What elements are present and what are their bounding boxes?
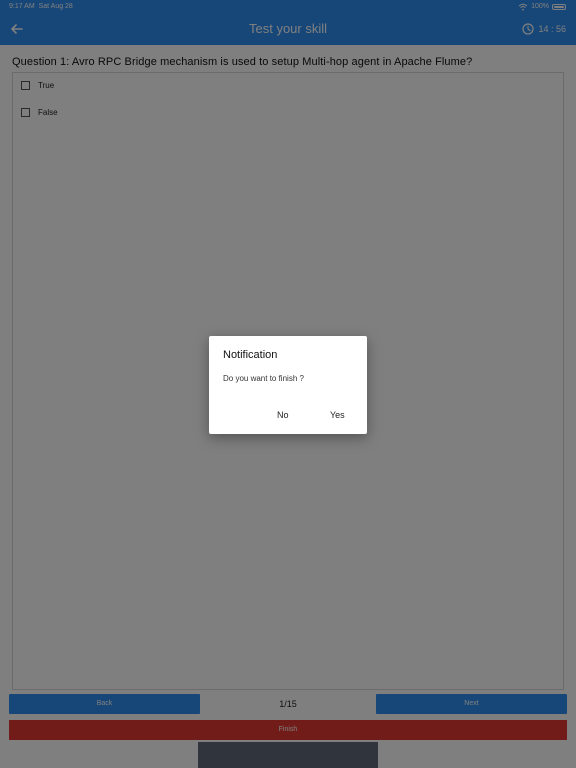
- no-button[interactable]: No: [277, 410, 289, 420]
- yes-button[interactable]: Yes: [330, 410, 345, 420]
- dialog-message: Do you want to finish ?: [223, 374, 304, 383]
- screen: 9:17 AM Sat Aug 28 100% Test your skill …: [0, 0, 576, 768]
- notification-dialog: Notification Do you want to finish ? No …: [209, 336, 367, 434]
- dialog-title: Notification: [223, 349, 278, 361]
